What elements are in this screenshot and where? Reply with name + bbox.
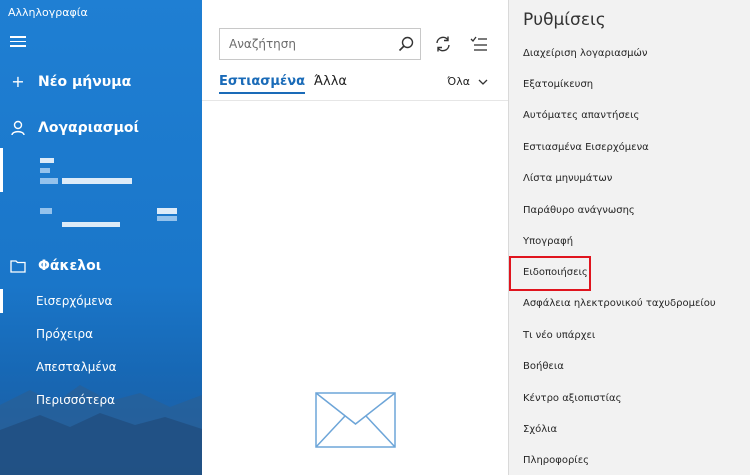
person-icon [11, 120, 25, 136]
new-message-label: Νέο μήνυμα [38, 73, 132, 90]
settings-item-personalization[interactable]: Εξατομίκευση [523, 79, 593, 90]
settings-item-message-list[interactable]: Λίστα μηνυμάτων [523, 173, 612, 184]
account-item-1[interactable] [0, 148, 202, 192]
settings-item-feedback[interactable]: Σχόλια [523, 424, 557, 435]
settings-item-trust-center[interactable]: Κέντρο αξιοπιστίας [523, 393, 622, 404]
app-title: Αλληλογραφία [8, 6, 88, 19]
sidebar: Αλληλογραφία + Νέο μήνυμα Λογαριασμοί Φά… [0, 0, 202, 475]
settings-item-signature[interactable]: Υπογραφή [523, 236, 573, 247]
folder-item-label: Πρόχειρα [36, 327, 93, 341]
settings-title: Ρυθμίσεις [523, 10, 606, 30]
settings-item-focused-inbox[interactable]: Εστιασμένα Εισερχόμενα [523, 142, 649, 153]
settings-item-manage-accounts[interactable]: Διαχείριση λογαριασμών [523, 48, 648, 59]
settings-item-automatic-replies[interactable]: Αυτόματες απαντήσεις [523, 110, 639, 121]
search-input[interactable] [229, 37, 389, 51]
account-item-2[interactable] [0, 200, 202, 244]
envelope-icon [315, 392, 396, 448]
divider [202, 100, 508, 101]
settings-item-help[interactable]: Βοήθεια [523, 361, 564, 372]
folder-icon [10, 260, 26, 273]
selection-mode-icon[interactable] [470, 35, 488, 53]
folder-item-inbox[interactable]: Εισερχόμενα [0, 285, 202, 317]
settings-item-email-security[interactable]: Ασφάλεια ηλεκτρονικού ταχυδρομείου [523, 298, 716, 309]
folder-item-label: Εισερχόμενα [36, 294, 113, 308]
settings-item-about[interactable]: Πληροφορίες [523, 455, 589, 466]
search-box[interactable] [219, 28, 421, 60]
filter-dropdown[interactable]: Όλα [447, 75, 488, 88]
search-icon[interactable] [398, 36, 414, 52]
settings-item-reading-pane[interactable]: Παράθυρο ανάγνωσης [523, 205, 635, 216]
settings-item-whats-new[interactable]: Τι νέο υπάρχει [523, 330, 595, 341]
new-message-button[interactable]: + Νέο μήνυμα [10, 72, 131, 91]
folder-item-more[interactable]: Περισσότερα [0, 384, 202, 416]
sync-icon[interactable] [434, 35, 452, 53]
settings-pane: Ρυθμίσεις Διαχείριση λογαριασμών Εξατομί… [508, 0, 750, 475]
highlight-annotation [509, 256, 591, 291]
chevron-down-icon [478, 79, 488, 85]
accounts-button[interactable]: Λογαριασμοί [10, 120, 139, 136]
folder-item-label: Περισσότερα [36, 393, 115, 407]
tab-focused[interactable]: Εστιασμένα [219, 74, 306, 94]
plus-icon: + [11, 72, 25, 91]
message-list-pane: Εστιασμένα Άλλα Όλα [202, 0, 508, 475]
folders-button[interactable]: Φάκελοι [10, 258, 101, 274]
tab-other[interactable]: Άλλα [314, 74, 347, 89]
filter-label: Όλα [447, 75, 470, 88]
hamburger-menu-icon[interactable] [10, 36, 26, 48]
folder-item-drafts[interactable]: Πρόχειρα [0, 318, 202, 350]
folders-label: Φάκελοι [38, 258, 102, 274]
folder-item-label: Απεσταλμένα [36, 360, 117, 374]
accounts-label: Λογαριασμοί [38, 120, 139, 136]
folder-item-sent[interactable]: Απεσταλμένα [0, 351, 202, 383]
